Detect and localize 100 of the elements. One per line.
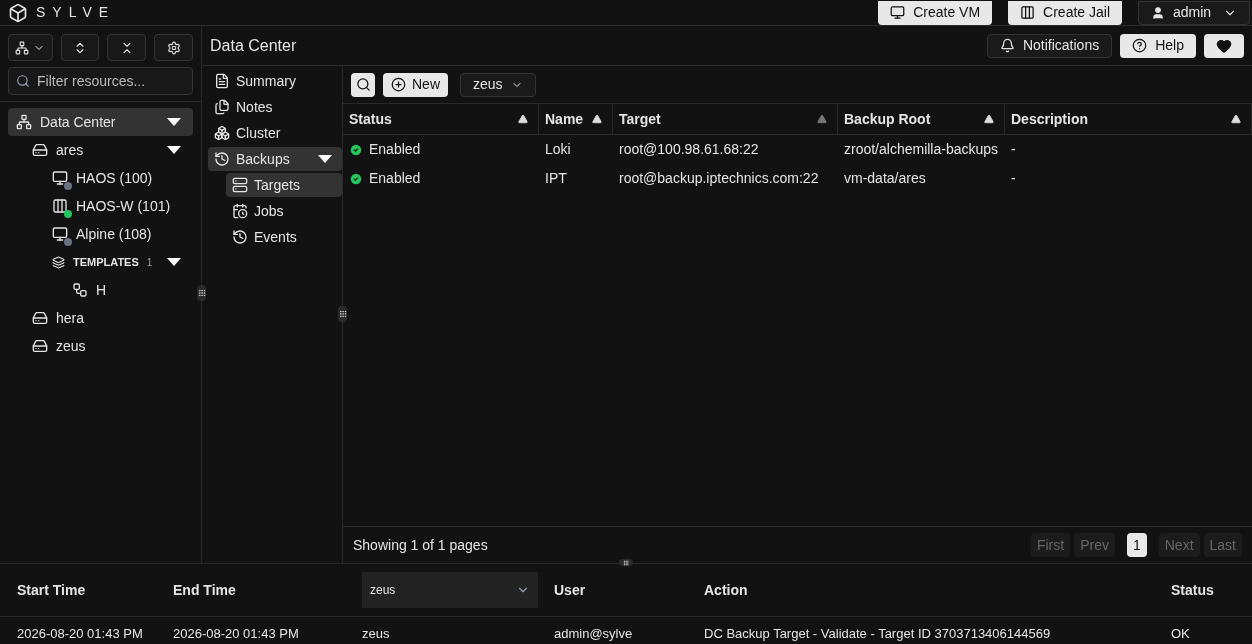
create-button[interactable]: Create VM (878, 0, 993, 25)
nav-label: Backups (236, 149, 290, 169)
template-count: 1 (146, 255, 153, 270)
resize-handle[interactable] (619, 559, 633, 566)
table-cell-text: vm-data/ares (843, 169, 927, 188)
history-icon (232, 229, 248, 245)
tree-label: ares (56, 140, 84, 160)
bell-icon (999, 38, 1015, 53)
history-icon (214, 151, 230, 167)
calendar-icon (232, 203, 248, 219)
help-button[interactable]: Help (1120, 33, 1196, 58)
table-cell: admin@sylve (554, 626, 633, 641)
tree-label: HAOS (100) (76, 168, 153, 188)
hierarchy-icon (72, 282, 88, 298)
monitor-icon (890, 5, 906, 20)
table-cell-text: root@100.98.61.68:22 (618, 140, 760, 159)
tree-label: zeus (56, 336, 86, 356)
brand-name: SYLVE (36, 3, 116, 22)
tree-item[interactable]: Alpine (108) (8, 220, 193, 248)
search-icon (355, 77, 371, 92)
tree-label: HAOS-W (101) (76, 196, 171, 216)
table-cell-text: root@backup.iptechnics.com:22 (618, 169, 820, 188)
nav-label: Targets (254, 175, 300, 195)
server-icon (232, 177, 248, 193)
tree-item[interactable]: HAOS-W (101) (8, 192, 193, 220)
table-cell: 2026-08-20 01:43 PM (173, 626, 299, 641)
caret-icon[interactable] (167, 118, 181, 126)
nav-item[interactable]: Targets (226, 173, 342, 197)
search-button[interactable] (351, 72, 375, 97)
nav-item[interactable]: Backups (208, 147, 342, 171)
table-cell-text: - (1010, 140, 1017, 159)
table-cell: 2026-08-20 01:43 PM (17, 626, 143, 641)
user-icon (1151, 5, 1165, 20)
column-header[interactable]: Description (1005, 104, 1252, 134)
tree-label: Alpine (108) (76, 224, 152, 244)
tree-item[interactable]: HAOS (100) (8, 164, 193, 192)
grid-icon (1020, 5, 1036, 20)
nav-item[interactable]: Jobs (226, 199, 342, 223)
page-button[interactable]: 1 (1126, 533, 1147, 557)
nav-item[interactable]: Summary (208, 69, 342, 93)
column-header[interactable]: Target (613, 104, 838, 134)
resize-handle[interactable] (197, 285, 206, 301)
node-dropdown[interactable]: zeus (460, 72, 536, 97)
collapse-button[interactable] (107, 34, 147, 61)
new-button[interactable]: New (383, 72, 448, 97)
check-icon (349, 142, 363, 157)
column-header: Action (704, 581, 748, 598)
tree-item[interactable]: ares (8, 136, 193, 164)
table-cell: OK (1171, 626, 1190, 641)
heart-button[interactable] (1204, 33, 1244, 58)
tree-label: Data Center (40, 112, 116, 132)
create-button[interactable]: Create Jail (1008, 0, 1122, 25)
nav-item[interactable]: Cluster (208, 121, 342, 145)
drive-icon (32, 142, 48, 158)
view-dropdown[interactable] (8, 34, 53, 61)
node-dropdown[interactable]: zeus (362, 572, 538, 608)
tree-item[interactable]: Data Center (8, 108, 193, 136)
column-header: User (554, 581, 586, 598)
heart-icon (1216, 37, 1232, 54)
tree-item[interactable]: zeus (8, 332, 193, 360)
nav-label: Jobs (254, 201, 284, 221)
tree-item[interactable]: H (8, 276, 193, 304)
check-icon (349, 171, 363, 186)
nav-label: Cluster (236, 123, 281, 143)
caret-icon[interactable] (318, 155, 332, 163)
network-icon (16, 114, 32, 130)
column-header[interactable]: Status (343, 104, 539, 134)
expand-button[interactable] (60, 34, 100, 61)
table-cell-text: - (1010, 169, 1017, 188)
column-header[interactable]: Name (539, 104, 613, 134)
filter-field[interactable]: Filter resources... (8, 67, 193, 95)
notifications-button[interactable]: Notifications (986, 33, 1113, 58)
resize-handle[interactable] (338, 306, 347, 322)
caret-icon[interactable] (167, 258, 181, 266)
cube-icon (8, 2, 28, 23)
table-cell: Enabled (343, 139, 539, 160)
help-icon (1132, 38, 1148, 53)
drive-icon (32, 310, 48, 326)
nav-label: Notes (236, 97, 273, 117)
column-header: End Time (173, 581, 236, 598)
nav-label: Summary (236, 71, 296, 91)
column-header: Status (1171, 581, 1214, 598)
table-cell-text: Loki (544, 140, 572, 159)
nav-label: Events (254, 227, 297, 247)
tree-label: H (96, 280, 107, 300)
table-cell: DC Backup Target - Validate - Target ID 3703713406144569 (704, 626, 1051, 641)
tree-item[interactable]: hera (8, 304, 193, 332)
user-menu[interactable]: admin (1138, 0, 1250, 25)
settings-icon (166, 40, 181, 55)
table-cell-text: IPT (544, 169, 568, 188)
network-icon (15, 40, 30, 55)
document-icon (214, 73, 230, 89)
nav-item[interactable]: Notes (208, 95, 342, 119)
table-cell: zeus (362, 626, 390, 641)
table-cell-text: zroot/alchemilla-backups (843, 140, 1000, 159)
caret-icon[interactable] (167, 146, 181, 154)
nav-item[interactable]: Events (226, 225, 342, 249)
tree-item[interactable]: TEMPLATES 1 (8, 248, 193, 276)
column-header[interactable]: Backup Root (838, 104, 1005, 134)
settings-button[interactable] (154, 34, 193, 61)
